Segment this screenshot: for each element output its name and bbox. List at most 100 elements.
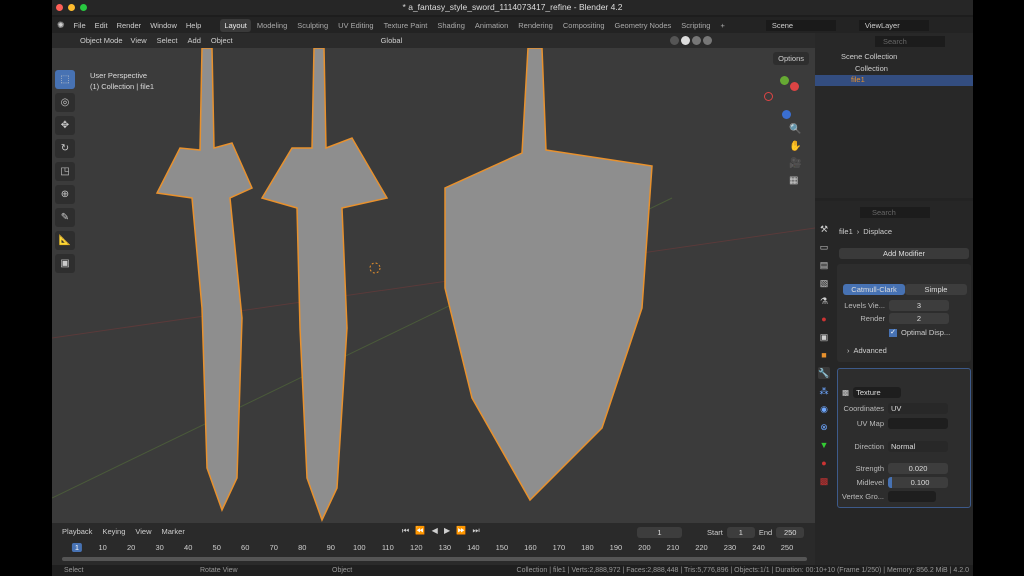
tab-sculpting[interactable]: Sculpting <box>293 19 332 32</box>
playback-controls[interactable]: ⏮ ⏪ ◀ ▶ ⏩ ⏭ <box>402 526 482 536</box>
tab-animation[interactable]: Animation <box>471 19 512 32</box>
select-tool-icon[interactable]: ⬚ <box>55 70 75 89</box>
direction-dropdown[interactable]: Normal <box>888 441 948 452</box>
maximize-button[interactable] <box>80 4 87 11</box>
tab--[interactable]: + <box>716 19 728 32</box>
uv-map-field[interactable] <box>888 418 948 429</box>
timeline-menu-marker[interactable]: Marker <box>162 527 185 536</box>
add-cube-tool-icon[interactable]: ▣ <box>55 254 75 273</box>
current-frame-field[interactable]: 1 <box>637 527 682 538</box>
particles-tab-icon[interactable]: ⁂ <box>818 385 830 397</box>
add-modifier-button[interactable]: Add Modifier <box>839 248 969 259</box>
material-tab-icon[interactable]: ● <box>818 457 830 469</box>
tab-scripting[interactable]: Scripting <box>677 19 714 32</box>
catmull-clark-tab[interactable]: Catmull-Clark <box>843 284 905 295</box>
properties-search[interactable]: Search <box>860 207 930 218</box>
frame-tick: 230 <box>723 543 737 552</box>
texture-field[interactable]: Texture <box>853 387 902 398</box>
viewport-menu-view[interactable]: View <box>131 36 147 45</box>
close-button[interactable] <box>56 4 63 11</box>
menu-file[interactable]: File <box>74 21 86 30</box>
start-field[interactable]: 1 <box>726 527 755 538</box>
outliner-scene-collection[interactable]: Scene Collection <box>841 52 897 61</box>
viewport-menu-object[interactable]: Object <box>211 36 233 45</box>
render-levels-field[interactable]: 2 <box>889 313 949 324</box>
menu-help[interactable]: Help <box>186 21 201 30</box>
displace-panel: ▩ Texture Coordinates UV UV Map Direction N… <box>837 368 971 508</box>
measure-tool-icon[interactable]: 📐 <box>55 231 75 250</box>
status-rotate: Rotate View <box>200 567 238 574</box>
output-tab-icon[interactable]: ▤ <box>818 259 830 271</box>
tab-modeling[interactable]: Modeling <box>253 19 291 32</box>
move-tool-icon[interactable]: ✥ <box>55 116 75 135</box>
frame-tick: 220 <box>695 543 708 552</box>
grid-icon[interactable]: ▦ <box>789 175 801 186</box>
scale-tool-icon[interactable]: ◳ <box>55 162 75 181</box>
frame-tick: 140 <box>467 543 480 552</box>
blender-logo-icon[interactable]: ✺ <box>57 20 65 31</box>
optimal-display-checkbox[interactable]: ✓ <box>889 328 897 337</box>
navigation-gizmo[interactable] <box>762 76 806 120</box>
menu-render[interactable]: Render <box>117 21 142 30</box>
cursor-tool-icon[interactable]: ◎ <box>55 93 75 112</box>
viewport-menu-add[interactable]: Add <box>188 36 201 45</box>
timeline-menu-playback[interactable]: Playback <box>62 527 92 536</box>
tab-rendering[interactable]: Rendering <box>514 19 557 32</box>
render-tab-icon[interactable]: ▭ <box>818 241 830 253</box>
outliner-search[interactable]: Search <box>875 36 945 47</box>
timeline-menu-keying[interactable]: Keying <box>102 527 125 536</box>
rotate-tool-icon[interactable]: ↻ <box>55 139 75 158</box>
outliner-collection[interactable]: Collection <box>855 64 888 73</box>
tab-compositing[interactable]: Compositing <box>559 19 609 32</box>
simple-tab[interactable]: Simple <box>905 284 967 295</box>
scene-tab-icon[interactable]: ⚗ <box>818 295 830 307</box>
pan-hand-icon[interactable]: ✋ <box>789 141 801 152</box>
constraints-tab-icon[interactable]: ⊗ <box>818 421 830 433</box>
viewport-menu-select[interactable]: Select <box>157 36 178 45</box>
strength-field[interactable]: 0.020 <box>888 463 948 474</box>
minimize-button[interactable] <box>68 4 75 11</box>
outliner-object-file1[interactable]: file1 <box>815 75 973 86</box>
vertex-group-field[interactable] <box>888 491 936 502</box>
frame-ruler[interactable]: 1 10 20 30 40 50 60 70 80 90 100 110 120 130 140 150 160… <box>52 542 815 554</box>
levels-viewport-field[interactable]: 3 <box>889 300 949 311</box>
advanced-subpanel[interactable]: Advanced <box>854 346 887 355</box>
physics-tab-icon[interactable]: ◉ <box>818 403 830 415</box>
subsurf-panel: Catmull-Clark Simple Levels Vie... 3 Rende… <box>837 264 971 362</box>
coordinates-dropdown[interactable]: UV <box>888 403 948 414</box>
menu-edit[interactable]: Edit <box>95 21 108 30</box>
tab-shading[interactable]: Shading <box>433 19 469 32</box>
view-layer-tab-icon[interactable]: ▧ <box>818 277 830 289</box>
tool-tab-icon[interactable]: ⚒ <box>818 223 830 235</box>
orientation-dropdown[interactable]: Global <box>381 36 403 45</box>
scene-selector[interactable]: Scene <box>765 19 836 31</box>
transform-tool-icon[interactable]: ⊕ <box>55 185 75 204</box>
collection-tab-icon[interactable]: ▣ <box>818 331 830 343</box>
midlevel-slider[interactable]: 0.100 <box>888 477 948 488</box>
frame-tick: 240 <box>752 543 765 552</box>
tab-texture-paint[interactable]: Texture Paint <box>380 19 432 32</box>
options-dropdown[interactable]: Options <box>773 52 809 65</box>
3d-viewport[interactable]: ⬚ ◎ ✥ ↻ ◳ ⊕ ✎ 📐 ▣ User Perspective (1) C… <box>52 48 815 523</box>
menu-window[interactable]: Window <box>150 21 177 30</box>
object-tab-icon[interactable]: ■ <box>818 349 830 361</box>
camera-icon[interactable]: 🎥 <box>789 158 801 169</box>
frame-tick: 70 <box>269 543 278 552</box>
tab-layout[interactable]: Layout <box>220 18 251 32</box>
data-tab-icon[interactable]: ▼ <box>818 439 830 451</box>
mode-dropdown[interactable]: Object Mode <box>80 36 123 45</box>
texture-tab-icon[interactable]: ▩ <box>818 475 830 487</box>
shading-buttons[interactable] <box>670 36 713 45</box>
modifier-tab-icon[interactable]: 🔧 <box>818 367 830 379</box>
end-field[interactable]: 250 <box>776 527 805 538</box>
timeline-scrollbar[interactable] <box>62 557 807 561</box>
tab-uv-editing[interactable]: UV Editing <box>334 19 377 32</box>
timeline-menu-view[interactable]: View <box>135 527 151 536</box>
zoom-icon[interactable]: 🔍 <box>789 124 801 135</box>
texture-icon[interactable]: ▩ <box>842 388 849 397</box>
tab-geometry-nodes[interactable]: Geometry Nodes <box>611 19 676 32</box>
viewlayer-selector[interactable]: ViewLayer <box>858 19 929 31</box>
world-tab-icon[interactable]: ● <box>818 313 830 325</box>
annotate-tool-icon[interactable]: ✎ <box>55 208 75 227</box>
frame-tick: 60 <box>241 543 250 552</box>
